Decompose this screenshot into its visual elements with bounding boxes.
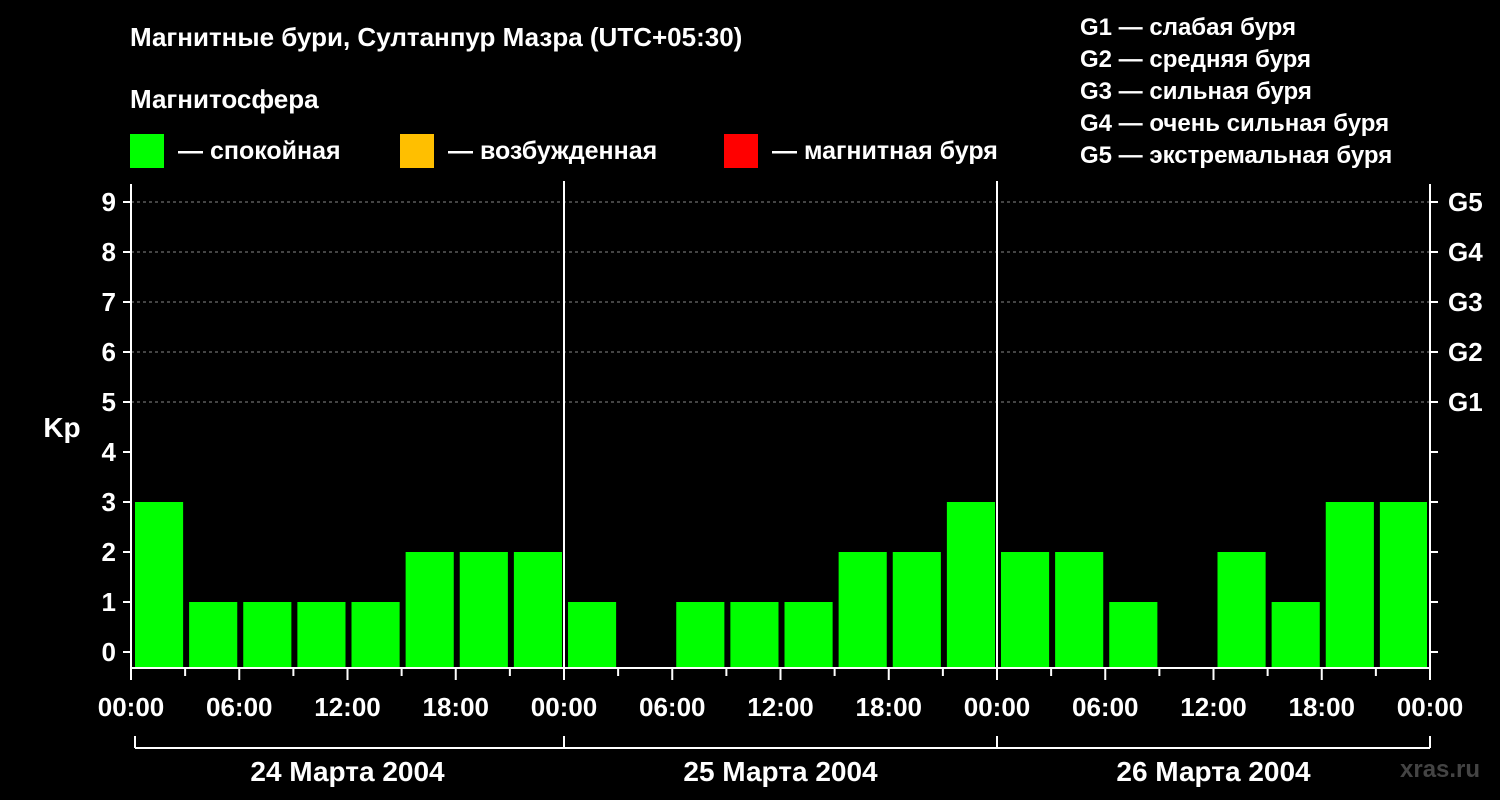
x-tick-label: 12:00 [747, 692, 814, 722]
x-tick-label: 12:00 [314, 692, 381, 722]
kp-bar [1055, 552, 1104, 668]
y-tick-label: 1 [102, 587, 116, 617]
kp-bar [946, 502, 995, 668]
kp-bar [676, 602, 725, 668]
x-tick-label: 12:00 [1180, 692, 1247, 722]
x-tick-label: 00:00 [531, 692, 598, 722]
y-tick-label: 2 [102, 537, 116, 567]
x-tick-label: 06:00 [1072, 692, 1139, 722]
kp-bar [189, 602, 238, 668]
g-level-label: G3 [1448, 287, 1483, 317]
kp-bar [730, 602, 779, 668]
x-tick-label: 00:00 [1397, 692, 1464, 722]
kp-bar [1109, 602, 1158, 668]
kp-bar [243, 602, 292, 668]
kp-bar [513, 552, 562, 668]
y-tick-label: 4 [102, 437, 117, 467]
kp-bar [351, 602, 400, 668]
y-tick-label: 7 [102, 287, 116, 317]
x-tick-label: 00:00 [964, 692, 1031, 722]
y-tick-label: 5 [102, 387, 116, 417]
kp-bar [297, 602, 346, 668]
kp-bar [1325, 502, 1374, 668]
y-tick-label: 6 [102, 337, 116, 367]
g-level-label: G5 [1448, 187, 1483, 217]
kp-bar [838, 552, 887, 668]
x-tick-label: 18:00 [1289, 692, 1356, 722]
x-tick-label: 06:00 [639, 692, 706, 722]
y-axis-title: Kp [43, 412, 80, 443]
kp-bar [568, 602, 617, 668]
y-tick-label: 9 [102, 187, 116, 217]
kp-bar [1001, 552, 1050, 668]
y-tick-label: 0 [102, 637, 116, 667]
y-tick-label: 3 [102, 487, 116, 517]
kp-bar [459, 552, 508, 668]
x-tick-label: 00:00 [98, 692, 165, 722]
day-label: 26 Марта 2004 [1116, 756, 1311, 787]
watermark: xras.ru [1400, 756, 1481, 783]
y-tick-label: 8 [102, 237, 116, 267]
kp-bar [135, 502, 184, 668]
kp-bar [1217, 552, 1266, 668]
x-tick-label: 18:00 [856, 692, 923, 722]
kp-bar [1271, 602, 1320, 668]
kp-bar [1379, 502, 1427, 668]
g-level-label: G2 [1448, 337, 1483, 367]
day-label: 24 Марта 2004 [250, 756, 445, 787]
x-tick-label: 18:00 [423, 692, 490, 722]
x-tick-label: 06:00 [206, 692, 273, 722]
kp-bar-chart: 0 1 2 3 4 5 6 7 8 9 Kp G1 G2 G3 G4 G5 00:00 06:00 12:00 18:… [43, 181, 1483, 787]
kp-bar [784, 602, 833, 668]
day-label: 25 Марта 2004 [683, 756, 878, 787]
kp-bar [405, 552, 454, 668]
kp-bar [892, 552, 941, 668]
g-level-label: G4 [1448, 237, 1483, 267]
g-level-label: G1 [1448, 387, 1483, 417]
